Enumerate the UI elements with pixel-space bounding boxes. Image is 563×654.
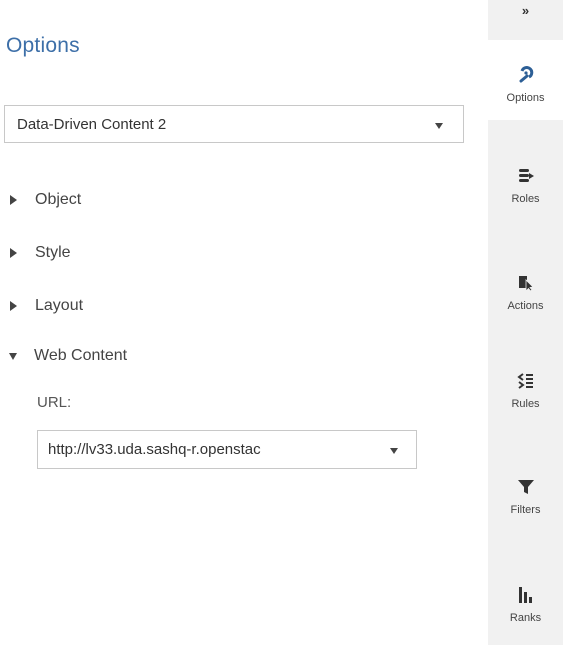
expand-arrow-icon xyxy=(10,195,17,205)
section-object[interactable]: Object xyxy=(10,188,81,212)
collapse-panel-button[interactable]: » xyxy=(488,0,563,26)
rail-item-label: Actions xyxy=(507,300,544,312)
actions-icon xyxy=(517,272,535,294)
rail-item-label: Rules xyxy=(511,398,540,410)
rail-item-rules[interactable]: Rules xyxy=(488,360,563,440)
collapse-arrow-icon xyxy=(9,352,17,360)
rail-item-filters[interactable]: Filters xyxy=(488,466,563,546)
section-layout-label: Layout xyxy=(35,297,84,314)
rail-item-label: Roles xyxy=(511,193,540,205)
section-object-label: Object xyxy=(35,191,82,208)
options-panel: Options Data-Driven Content 2 Object Sty… xyxy=(0,0,487,645)
chevron-down-icon xyxy=(390,448,398,454)
ranks-icon xyxy=(517,584,535,606)
rail-item-roles[interactable]: Roles xyxy=(488,155,563,235)
filter-icon xyxy=(517,476,535,498)
roles-icon xyxy=(517,165,535,187)
section-style-label: Style xyxy=(35,244,71,261)
rules-icon xyxy=(516,370,535,392)
section-web-content[interactable]: Web Content xyxy=(9,344,128,368)
chevron-down-icon xyxy=(435,123,443,129)
section-style[interactable]: Style xyxy=(10,241,71,265)
url-label: URL: xyxy=(37,394,72,411)
object-select[interactable]: Data-Driven Content 2 xyxy=(4,105,464,143)
tool-rail: » Options Roles Actions Rules Filters Ra… xyxy=(488,0,563,645)
rail-item-ranks[interactable]: Ranks xyxy=(488,574,563,654)
rail-item-label: Options xyxy=(506,92,545,104)
rail-item-options[interactable]: Options xyxy=(488,40,563,120)
expand-arrow-icon xyxy=(10,248,17,258)
options-icon xyxy=(517,64,535,86)
section-layout[interactable]: Layout xyxy=(10,294,83,318)
object-select-value: Data-Driven Content 2 xyxy=(17,115,167,133)
url-select-value: http://lv33.uda.sashq-r.openstac xyxy=(48,441,261,458)
expand-arrow-icon xyxy=(10,301,17,311)
rail-item-actions[interactable]: Actions xyxy=(488,262,563,342)
page-title: Options xyxy=(6,34,80,57)
rail-item-label: Ranks xyxy=(509,612,542,624)
section-web-content-label: Web Content xyxy=(34,347,128,364)
rail-item-label: Filters xyxy=(510,504,541,516)
url-select[interactable]: http://lv33.uda.sashq-r.openstac xyxy=(37,430,417,469)
